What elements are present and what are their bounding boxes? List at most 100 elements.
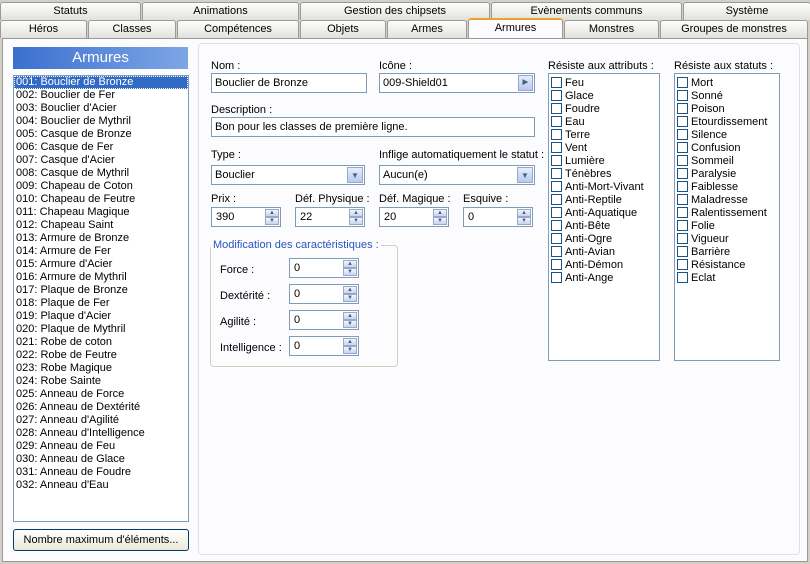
checkbox-item[interactable]: Lumière (549, 154, 659, 167)
list-item[interactable]: 019: Plaque d'Acier (14, 310, 188, 323)
checkbox[interactable] (677, 116, 688, 127)
checkbox[interactable] (551, 155, 562, 166)
checkbox[interactable] (677, 272, 688, 283)
checkbox[interactable] (551, 207, 562, 218)
checkbox-item[interactable]: Anti-Démon (549, 258, 659, 271)
spin-down-icon[interactable]: ▼ (433, 217, 447, 225)
checkbox-item[interactable]: Glace (549, 89, 659, 102)
tab-classes[interactable]: Classes (88, 20, 176, 38)
spin-down-icon[interactable]: ▼ (343, 294, 357, 302)
checkbox[interactable] (551, 194, 562, 205)
list-item[interactable]: 010: Chapeau de Feutre (14, 193, 188, 206)
list-item[interactable]: 020: Plaque de Mythril (14, 323, 188, 336)
checkbox[interactable] (551, 90, 562, 101)
spin-up-icon[interactable]: ▲ (343, 338, 357, 346)
checkbox-item[interactable]: Eau (549, 115, 659, 128)
auto-status-select[interactable]: Aucun(e) ▼ (379, 165, 535, 185)
checkbox-item[interactable]: Maladresse (675, 193, 779, 206)
spin-up-icon[interactable]: ▲ (433, 209, 447, 217)
list-item[interactable]: 016: Armure de Mythril (14, 271, 188, 284)
tab-statuts[interactable]: Statuts (0, 2, 141, 20)
tab-groupes-monstres[interactable]: Groupes de monstres (660, 20, 808, 38)
list-item[interactable]: 005: Casque de Bronze (14, 128, 188, 141)
list-item[interactable]: 031: Anneau de Foudre (14, 466, 188, 479)
spin-up-icon[interactable]: ▲ (343, 312, 357, 320)
checkbox-item[interactable]: Anti-Bête (549, 219, 659, 232)
spin-down-icon[interactable]: ▼ (265, 217, 279, 225)
checkbox-item[interactable]: Anti-Aquatique (549, 206, 659, 219)
checkbox-item[interactable]: Sommeil (675, 154, 779, 167)
list-item[interactable]: 030: Anneau de Glace (14, 453, 188, 466)
price-spinner[interactable]: 390 ▲ ▼ (211, 207, 281, 227)
spin-up-icon[interactable]: ▲ (265, 209, 279, 217)
checkbox-item[interactable]: Silence (675, 128, 779, 141)
checkbox-item[interactable]: Foudre (549, 102, 659, 115)
list-item[interactable]: 021: Robe de coton (14, 336, 188, 349)
checkbox-item[interactable]: Anti-Ange (549, 271, 659, 284)
checkbox-item[interactable]: Anti-Avian (549, 245, 659, 258)
checkbox[interactable] (551, 77, 562, 88)
checkbox[interactable] (677, 103, 688, 114)
checkbox[interactable] (677, 259, 688, 270)
checkbox[interactable] (551, 220, 562, 231)
list-item[interactable]: 017: Plaque de Bronze (14, 284, 188, 297)
list-item[interactable]: 014: Armure de Fer (14, 245, 188, 258)
checkbox-item[interactable]: Anti-Reptile (549, 193, 659, 206)
checkbox[interactable] (551, 259, 562, 270)
list-item[interactable]: 006: Casque de Fer (14, 141, 188, 154)
list-item[interactable]: 008: Casque de Mythril (14, 167, 188, 180)
checkbox-item[interactable]: Ténèbres (549, 167, 659, 180)
list-item[interactable]: 024: Robe Sainte (14, 375, 188, 388)
tab-armures[interactable]: Armures (468, 18, 563, 38)
checkbox-item[interactable]: Ralentissement (675, 206, 779, 219)
checkbox-item[interactable]: Eclat (675, 271, 779, 284)
tab-objets[interactable]: Objets (300, 20, 386, 38)
armor-list[interactable]: 001: Bouclier de Bronze 002: Bouclier de … (13, 75, 189, 522)
icon-browse-button[interactable]: ► (518, 75, 533, 91)
spin-down-icon[interactable]: ▼ (349, 217, 363, 225)
list-item[interactable]: 028: Anneau d'Intelligence (14, 427, 188, 440)
list-item[interactable]: 003: Bouclier d'Acier (14, 102, 188, 115)
list-item[interactable]: 013: Armure de Bronze (14, 232, 188, 245)
dexterity-spinner[interactable]: 0 ▲ ▼ (289, 284, 359, 304)
checkbox-item[interactable]: Barrière (675, 245, 779, 258)
type-select[interactable]: Bouclier ▼ (211, 165, 365, 185)
checkbox[interactable] (551, 233, 562, 244)
tab-monstres[interactable]: Monstres (564, 20, 659, 38)
spin-up-icon[interactable]: ▲ (343, 260, 357, 268)
tab-chipsets[interactable]: Gestion des chipsets (300, 2, 490, 20)
spin-down-icon[interactable]: ▼ (517, 217, 531, 225)
checkbox[interactable] (551, 246, 562, 257)
checkbox[interactable] (677, 233, 688, 244)
list-item[interactable]: 025: Anneau de Force (14, 388, 188, 401)
checkbox[interactable] (677, 194, 688, 205)
list-item[interactable]: 001: Bouclier de Bronze (14, 76, 188, 89)
spin-down-icon[interactable]: ▼ (343, 268, 357, 276)
checkbox[interactable] (551, 129, 562, 140)
checkbox[interactable] (677, 220, 688, 231)
tab-systeme[interactable]: Système (683, 2, 810, 20)
tab-armes[interactable]: Armes (387, 20, 467, 38)
list-item[interactable]: 018: Plaque de Fer (14, 297, 188, 310)
checkbox-item[interactable]: Sonné (675, 89, 779, 102)
spin-down-icon[interactable]: ▼ (343, 320, 357, 328)
list-item[interactable]: 007: Casque d'Acier (14, 154, 188, 167)
list-item[interactable]: 012: Chapeau Saint (14, 219, 188, 232)
chevron-down-icon[interactable]: ▼ (347, 167, 363, 183)
tab-heros[interactable]: Héros (0, 20, 87, 38)
checkbox[interactable] (677, 129, 688, 140)
checkbox-item[interactable]: Anti-Mort-Vivant (549, 180, 659, 193)
checkbox-item[interactable]: Mort (675, 76, 779, 89)
checkbox-item[interactable]: Vent (549, 141, 659, 154)
chevron-down-icon[interactable]: ▼ (517, 167, 533, 183)
checkbox-item[interactable]: Résistance (675, 258, 779, 271)
intelligence-spinner[interactable]: 0 ▲ ▼ (289, 336, 359, 356)
checkbox-item[interactable]: Folie (675, 219, 779, 232)
list-item[interactable]: 026: Anneau de Dextérité (14, 401, 188, 414)
checkbox-item[interactable]: Anti-Ogre (549, 232, 659, 245)
checkbox[interactable] (677, 90, 688, 101)
spin-up-icon[interactable]: ▲ (349, 209, 363, 217)
list-item[interactable]: 004: Bouclier de Mythril (14, 115, 188, 128)
list-item[interactable]: 027: Anneau d'Agilité (14, 414, 188, 427)
list-item[interactable]: 029: Anneau de Feu (14, 440, 188, 453)
